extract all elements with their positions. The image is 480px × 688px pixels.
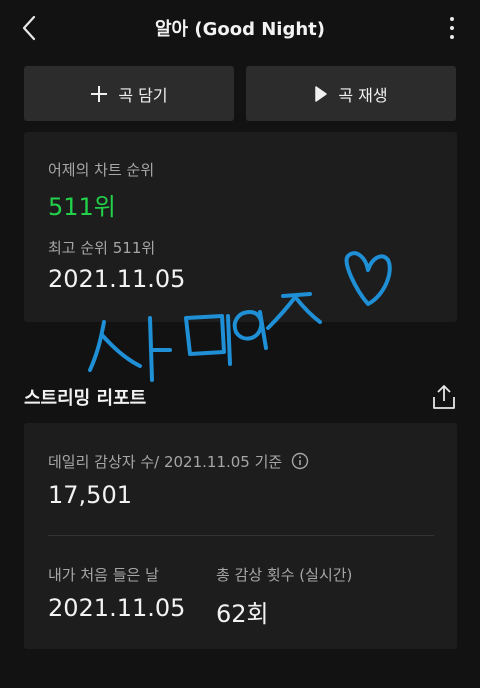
total-plays-value: 62회 bbox=[216, 600, 269, 628]
page-title: 알아 (Good Night) bbox=[154, 19, 326, 40]
more-options-button[interactable] bbox=[444, 14, 460, 42]
handwriting-stroke bbox=[100, 333, 142, 368]
handwriting-stroke bbox=[148, 316, 154, 382]
chart-rank-card: 어제의 차트 순위 511위 최고 순위 511위 2021.11.05 bbox=[24, 132, 457, 322]
more-vertical-icon bbox=[450, 17, 454, 39]
play-song-button[interactable]: 곡 재생 bbox=[246, 66, 456, 121]
plus-icon bbox=[91, 85, 108, 102]
share-icon bbox=[433, 385, 455, 409]
daily-listeners-label-text: 데일리 감상자 수/ 2021.11.05 기준 bbox=[48, 453, 283, 471]
streaming-report-card: 데일리 감상자 수/ 2021.11.05 기준 17,501 내가 처음 들은… bbox=[24, 423, 457, 649]
top-app-bar: 알아 (Good Night) bbox=[0, 0, 480, 56]
share-button[interactable] bbox=[432, 384, 456, 410]
first-listen-value: 2021.11.05 bbox=[48, 594, 186, 622]
handwriting-stroke bbox=[226, 314, 232, 366]
total-plays-label: 총 감상 횟수 (실시간) bbox=[216, 566, 353, 584]
add-to-playlist-button[interactable]: 곡 담기 bbox=[24, 66, 234, 121]
best-rank-label: 최고 순위 511위 bbox=[48, 239, 156, 257]
play-icon bbox=[315, 85, 328, 102]
section-title-streaming-report: 스트리밍 리포트 bbox=[24, 388, 147, 409]
divider bbox=[48, 535, 434, 536]
daily-listeners-label: 데일리 감상자 수/ 2021.11.05 기준 bbox=[48, 451, 309, 472]
info-icon[interactable] bbox=[291, 452, 309, 470]
daily-listeners-value: 17,501 bbox=[48, 481, 132, 509]
handwriting-stroke bbox=[88, 320, 106, 372]
play-button-label: 곡 재생 bbox=[338, 85, 388, 105]
yesterday-rank-label: 어제의 차트 순위 bbox=[48, 161, 155, 179]
add-button-label: 곡 담기 bbox=[118, 85, 168, 105]
back-button[interactable] bbox=[12, 12, 48, 44]
chevron-left-icon bbox=[22, 15, 36, 41]
best-rank-date: 2021.11.05 bbox=[48, 265, 186, 293]
yesterday-rank-value: 511위 bbox=[48, 193, 116, 221]
first-listen-label: 내가 처음 들은 날 bbox=[48, 566, 159, 584]
